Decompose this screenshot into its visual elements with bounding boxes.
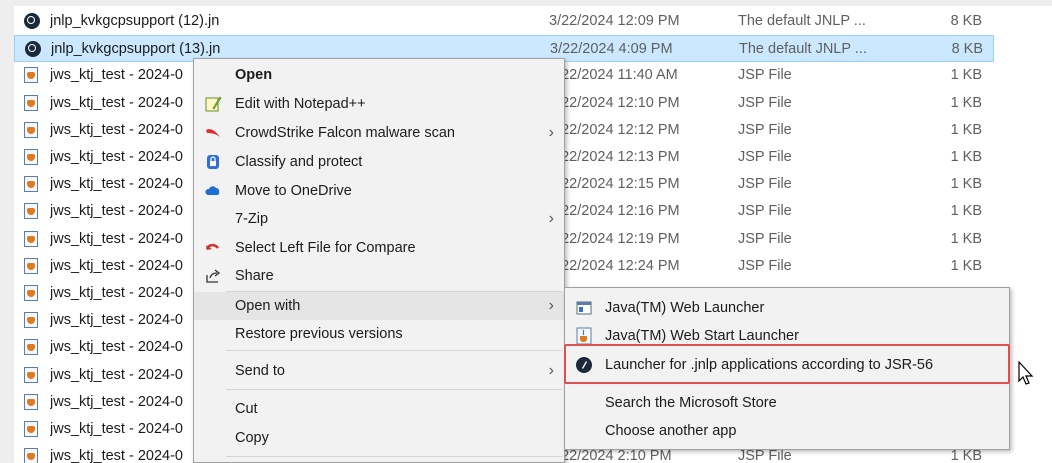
menu-item-open[interactable]: Open [194,61,564,89]
menu-separator [226,389,562,390]
menu-item-send-to[interactable]: Send to › [194,357,564,385]
menu-item-copy[interactable]: Copy [194,424,564,452]
menu-item-label: 7-Zip [235,211,269,227]
jnlp-file-icon [25,41,41,58]
annotation-highlight-box [564,344,1010,384]
file-date: 3/22/2024 12:13 PM [549,149,680,165]
file-type: JSP File [738,257,792,274]
falcon-icon [204,124,222,142]
menu-item-restore[interactable]: Restore previous versions [194,320,564,348]
file-size: 1 KB [950,149,982,165]
jsp-file-icon [24,121,40,138]
file-date: 3/22/2024 12:10 PM [549,94,680,111]
file-date: 3/22/2024 12:19 PM [549,230,680,247]
menu-item-label: Send to [235,363,285,379]
lock-shield-icon [204,153,222,171]
jsp-file-icon [24,257,40,274]
onedrive-cloud-icon [204,182,222,200]
file-size: 1 KB [950,230,982,247]
file-type: JSP File [738,176,792,193]
file-date: 3/22/2024 12:09 PM [549,13,680,29]
menu-separator [226,350,562,351]
file-date: 3/22/2024 4:09 PM [550,41,673,58]
file-type: The default JNLP ... [738,13,866,29]
jsp-file-icon [24,448,40,463]
jsp-file-icon [24,366,40,383]
menu-item-label: Open with [235,298,301,314]
menu-item-classify[interactable]: Classify and protect [194,148,564,176]
jsp-file-icon [24,339,40,356]
menu-item-label: Cut [235,401,258,417]
share-icon [204,267,222,285]
jnlp-file-icon [24,13,40,29]
menu-item-open-with[interactable]: Open with › [194,292,564,320]
file-size: 1 KB [950,94,982,111]
file-date: 3/22/2024 12:24 PM [549,257,680,274]
jsp-file-icon [24,230,40,247]
menu-item-label: CrowdStrike Falcon malware scan [235,125,455,141]
menu-separator [226,456,562,457]
jsp-file-icon [24,285,40,301]
menu-item-share[interactable]: Share [194,262,564,290]
jsp-file-icon [24,149,40,165]
file-size: 1 KB [950,257,982,274]
java-cup-icon [575,327,593,345]
file-type: JSP File [738,121,792,138]
file-date: 3/22/2024 11:40 AM [549,67,678,84]
jsp-file-icon [24,94,40,111]
file-type: The default JNLP ... [739,41,867,58]
context-menu: Open Edit with Notepad++ CrowdStrike Fal… [193,58,565,463]
notepad-plus-icon [204,95,222,113]
file-size: 1 KB [950,176,982,193]
jsp-file-icon [24,203,40,220]
mouse-cursor-icon [1017,360,1037,387]
file-date: 3/22/2024 12:15 PM [549,176,680,193]
jsp-file-icon [24,393,40,410]
chevron-right-icon: › [548,297,554,314]
file-size: 1 KB [950,203,982,220]
menu-item-label: Move to OneDrive [235,183,352,199]
jsp-file-icon [24,421,40,437]
menu-item-label: Open [235,67,273,83]
chevron-right-icon: › [548,124,554,141]
chevron-right-icon: › [548,210,554,227]
menu-item-crowdstrike[interactable]: CrowdStrike Falcon malware scan › [194,119,564,147]
menu-item-compare[interactable]: Select Left File for Compare [194,234,564,262]
file-type: JSP File [738,203,792,220]
menu-item-choose-app[interactable]: Choose another app [565,417,1009,445]
menu-item-7zip[interactable]: 7-Zip › [194,205,564,233]
file-type: JSP File [738,149,792,165]
file-size: 8 KB [950,13,982,29]
menu-item-label: Restore previous versions [235,326,403,342]
app-window-icon [575,299,593,317]
menu-item-edit-notepad[interactable]: Edit with Notepad++ [194,90,564,118]
menu-item-label: Choose another app [605,423,737,439]
menu-item-label: Copy [235,430,269,446]
jsp-file-icon [24,67,40,84]
jsp-file-icon [24,176,40,193]
menu-item-onedrive[interactable]: Move to OneDrive [194,177,564,205]
file-size: 8 KB [951,41,983,58]
menu-item-label: Classify and protect [235,154,363,170]
menu-item-label: Search the Microsoft Store [605,395,777,411]
menu-item-label: Java(TM) Web Launcher [605,300,765,316]
file-name: jnlp_kvkgcpsupport (12).jnlp [50,13,220,29]
file-date: 3/22/2024 12:16 PM [549,203,680,220]
file-size: 1 KB [950,121,982,138]
menu-item-label: Share [235,268,274,284]
chevron-right-icon: › [548,362,554,379]
file-date: 3/22/2024 12:12 PM [549,121,680,138]
menu-item-label: Edit with Notepad++ [235,96,366,112]
file-row[interactable]: jnlp_kvkgcpsupport (12).jnlp 3/22/2024 12… [14,8,994,35]
compare-arrow-icon [204,239,222,257]
menu-item-cut[interactable]: Cut [194,395,564,423]
file-type: JSP File [738,94,792,111]
file-type: JSP File [738,230,792,247]
jsp-file-icon [24,312,40,329]
menu-item-ms-store[interactable]: Search the Microsoft Store [565,389,1009,417]
file-type: JSP File [738,67,792,84]
menu-item-java-web-launcher[interactable]: Java(TM) Web Launcher [565,294,1009,322]
file-size: 1 KB [950,67,982,84]
menu-item-label: Select Left File for Compare [235,240,416,256]
